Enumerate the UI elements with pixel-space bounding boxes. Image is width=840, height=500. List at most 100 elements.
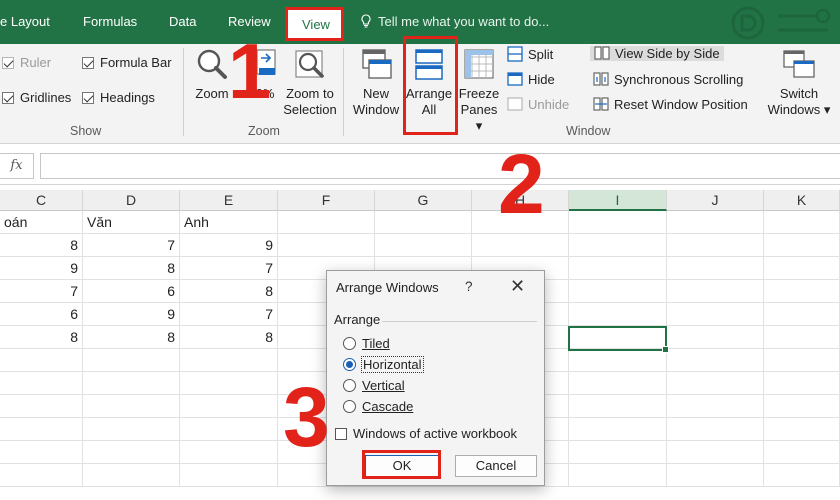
sheet-cell[interactable]: [83, 464, 180, 487]
headings-checkbox[interactable]: Headings: [82, 89, 155, 107]
sheet-cell[interactable]: [569, 441, 667, 464]
sheet-cell[interactable]: 9: [83, 303, 180, 326]
sheet-cell[interactable]: [667, 349, 764, 372]
synchronous-scrolling-button[interactable]: Synchronous Scrolling: [593, 71, 743, 89]
sheet-cell[interactable]: [667, 441, 764, 464]
column-header-i[interactable]: I: [569, 190, 667, 211]
sheet-cell[interactable]: [83, 395, 180, 418]
insert-function-button[interactable]: fx: [0, 153, 34, 179]
sheet-cell[interactable]: [0, 418, 83, 441]
freeze-panes-button[interactable]: Freeze Panes ▾: [456, 48, 502, 134]
sheet-cell[interactable]: [0, 464, 83, 487]
sheet-cell[interactable]: [764, 349, 840, 372]
sheet-cell[interactable]: [83, 372, 180, 395]
column-header-d[interactable]: D: [83, 190, 180, 211]
sheet-cell[interactable]: [764, 257, 840, 280]
sheet-cell[interactable]: [764, 303, 840, 326]
sheet-cell[interactable]: 9: [180, 234, 278, 257]
column-header-c[interactable]: C: [0, 190, 83, 211]
sheet-cell[interactable]: [180, 418, 278, 441]
sheet-cell[interactable]: [83, 349, 180, 372]
tab-formulas[interactable]: Formulas: [83, 10, 137, 34]
sheet-cell[interactable]: 8: [83, 257, 180, 280]
column-header-j[interactable]: J: [667, 190, 764, 211]
radio-horizontal[interactable]: Horizontal: [343, 356, 424, 373]
sheet-cell[interactable]: [667, 326, 764, 349]
tab-data[interactable]: Data: [169, 10, 196, 34]
sheet-cell[interactable]: [278, 211, 375, 234]
sheet-cell[interactable]: [569, 211, 667, 234]
sheet-cell[interactable]: [0, 395, 83, 418]
sheet-cell[interactable]: [569, 349, 667, 372]
sheet-cell[interactable]: [569, 234, 667, 257]
sheet-cell[interactable]: [569, 395, 667, 418]
reset-window-position-button[interactable]: Reset Window Position: [593, 96, 748, 114]
sheet-cell[interactable]: [472, 234, 569, 257]
sheet-cell[interactable]: [0, 372, 83, 395]
new-window-button[interactable]: New Window: [350, 48, 402, 118]
help-button[interactable]: ?: [465, 279, 473, 294]
sheet-cell[interactable]: [569, 418, 667, 441]
sheet-cell[interactable]: 8: [0, 326, 83, 349]
column-header-g[interactable]: G: [375, 190, 472, 211]
sheet-cell[interactable]: 7: [180, 257, 278, 280]
ruler-checkbox[interactable]: Ruler: [2, 54, 51, 72]
sheet-cell[interactable]: [667, 464, 764, 487]
radio-cascade[interactable]: Cascade: [343, 399, 413, 415]
sheet-cell[interactable]: [667, 395, 764, 418]
sheet-cell[interactable]: 8: [180, 280, 278, 303]
sheet-cell[interactable]: 7: [0, 280, 83, 303]
sheet-cell[interactable]: [569, 257, 667, 280]
unhide-button[interactable]: Unhide: [507, 96, 569, 114]
sheet-cell[interactable]: [764, 326, 840, 349]
sheet-cell[interactable]: [667, 418, 764, 441]
hide-button[interactable]: Hide: [507, 71, 555, 89]
sheet-cell[interactable]: Anh: [180, 211, 278, 234]
sheet-cell[interactable]: [180, 372, 278, 395]
column-header-f[interactable]: F: [278, 190, 375, 211]
sheet-cell[interactable]: [667, 257, 764, 280]
sheet-cell[interactable]: [764, 464, 840, 487]
sheet-cell[interactable]: [764, 395, 840, 418]
sheet-cell[interactable]: [83, 441, 180, 464]
sheet-cell[interactable]: [667, 211, 764, 234]
column-header-e[interactable]: E: [180, 190, 278, 211]
sheet-cell[interactable]: [667, 234, 764, 257]
sheet-cell[interactable]: [764, 234, 840, 257]
sheet-cell[interactable]: 7: [180, 303, 278, 326]
sheet-cell[interactable]: [764, 441, 840, 464]
sheet-cell[interactable]: 9: [0, 257, 83, 280]
sheet-cell[interactable]: [375, 211, 472, 234]
sheet-cell[interactable]: [569, 372, 667, 395]
cancel-button[interactable]: Cancel: [455, 455, 537, 477]
sheet-cell[interactable]: [764, 372, 840, 395]
sheet-cell[interactable]: [764, 211, 840, 234]
close-icon[interactable]: ✕: [510, 277, 525, 295]
sheet-cell[interactable]: [180, 464, 278, 487]
sheet-cell[interactable]: 6: [83, 280, 180, 303]
gridlines-checkbox[interactable]: Gridlines: [2, 89, 71, 107]
sheet-cell[interactable]: [569, 280, 667, 303]
radio-tiled[interactable]: Tiled: [343, 336, 390, 352]
sheet-cell[interactable]: [0, 441, 83, 464]
zoom-button[interactable]: Zoom: [192, 48, 232, 102]
tab-page-layout[interactable]: e Layout: [0, 10, 50, 34]
sheet-cell[interactable]: oán: [0, 211, 83, 234]
sheet-cell[interactable]: [569, 464, 667, 487]
switch-windows-button[interactable]: Switch Windows ▾: [762, 48, 836, 118]
tell-me-box[interactable]: Tell me what you want to do...: [360, 10, 549, 34]
split-button[interactable]: Split: [507, 46, 553, 64]
sheet-cell[interactable]: [278, 234, 375, 257]
sheet-cell[interactable]: 8: [83, 326, 180, 349]
sheet-cell[interactable]: [180, 441, 278, 464]
zoom-to-selection-button[interactable]: Zoom to Selection: [280, 48, 340, 118]
sheet-cell[interactable]: 6: [0, 303, 83, 326]
formula-input[interactable]: [40, 153, 840, 179]
sheet-cell[interactable]: [667, 372, 764, 395]
sheet-cell[interactable]: 7: [83, 234, 180, 257]
sheet-cell[interactable]: [569, 303, 667, 326]
sheet-cell[interactable]: [764, 418, 840, 441]
sheet-cell[interactable]: [180, 395, 278, 418]
sheet-cell[interactable]: 8: [180, 326, 278, 349]
sheet-cell[interactable]: [667, 280, 764, 303]
